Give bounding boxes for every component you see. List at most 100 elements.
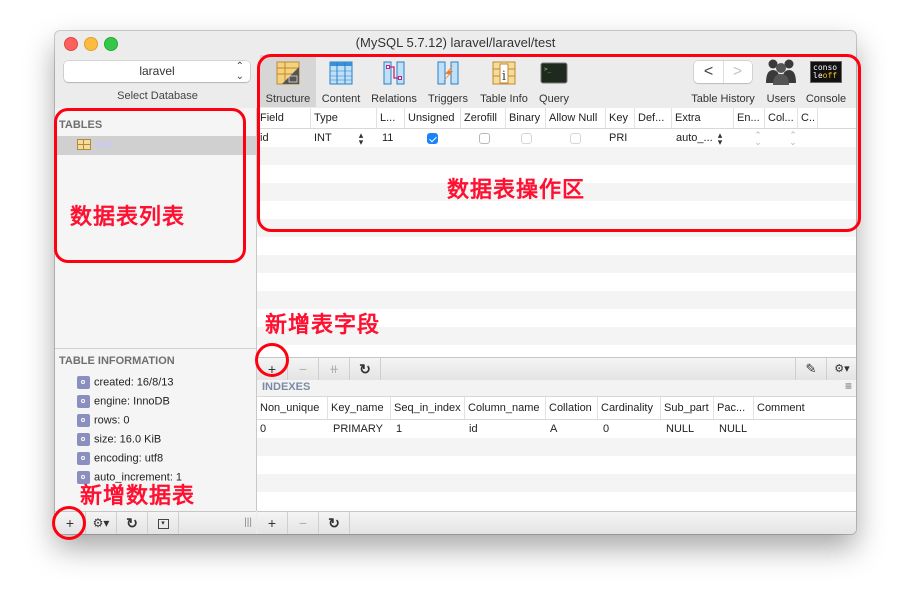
toolbar-triggers[interactable]: Triggers (422, 55, 474, 107)
idx-col-key-name[interactable]: Key_name (328, 397, 391, 419)
console-icon-text: le (813, 71, 823, 80)
info-engine: engine: InnoDB (94, 395, 170, 408)
col-header-default[interactable]: Def... (635, 108, 672, 128)
toolbar-relations-label: Relations (371, 93, 417, 105)
unsigned-checkbox[interactable] (427, 133, 438, 144)
extra-stepper-icon[interactable]: ▴ ▾ (716, 131, 724, 147)
table-gear-menu-button[interactable]: ⚙▾ (86, 512, 117, 534)
idx-col-comment[interactable]: Comment (754, 397, 856, 419)
toolbar-users-label: Users (766, 93, 796, 105)
col-header-allow-null[interactable]: Allow Null (546, 108, 606, 128)
refresh-tables-button[interactable]: ↻ (117, 512, 148, 534)
col-header-key[interactable]: Key (606, 108, 635, 128)
idx-col-collation[interactable]: Collation (546, 397, 598, 419)
col-header-collation[interactable]: Col... (765, 108, 798, 128)
content-icon (329, 61, 353, 85)
cell-type[interactable]: INT (311, 129, 332, 147)
idx-cell: 1 (396, 423, 403, 435)
table-info-icon: i (492, 61, 516, 85)
col-header-type[interactable]: Type (311, 108, 377, 128)
idx-cell: PRIMARY (333, 423, 383, 435)
table-row[interactable]: 0 PRIMARY 1 id A 0 NULL NULL (257, 420, 856, 438)
empty-row (257, 474, 856, 492)
type-stepper-icon[interactable]: ▴ ▾ (357, 131, 365, 147)
edit-table-button[interactable]: ✎ (795, 358, 826, 380)
toolbar-structure[interactable]: Structure (260, 55, 316, 107)
table-information-header: TABLE INFORMATION (59, 355, 175, 367)
toolbar-relations[interactable]: Relations (366, 55, 422, 107)
cell-field[interactable]: id (257, 129, 269, 147)
binary-checkbox[interactable] (521, 133, 532, 144)
database-select[interactable]: laravel ⌃ ⌄ (64, 61, 250, 82)
idx-col-column-name[interactable]: Column_name (465, 397, 546, 419)
triggers-icon (437, 61, 459, 85)
idx-cell: id (469, 423, 478, 435)
toolbar-console[interactable]: conso leoff Console (801, 55, 851, 107)
cell-extra[interactable]: auto_... (673, 129, 713, 147)
refresh-indexes-button[interactable]: ↻ (319, 512, 350, 534)
collation-stepper-icon[interactable]: ⌃ ⌄ (789, 131, 797, 147)
idx-col-sub-part[interactable]: Sub_part (661, 397, 714, 419)
console-off-text: off (822, 71, 838, 80)
structure-gear-menu-button[interactable]: ⚙▾ (826, 358, 856, 380)
annotation-add-table-label: 新增数据表 (80, 484, 196, 509)
col-header-encoding[interactable]: En... (734, 108, 765, 128)
empty-row (257, 237, 856, 255)
table-history-label: Table History (691, 93, 755, 105)
remove-field-button[interactable]: − (288, 358, 319, 380)
table-row[interactable]: id INT ▴ ▾ 11 PRI auto_... ▴ ▾ ⌃ ⌄ ⌃ ⌄ (257, 129, 856, 147)
info-bullet-icon (77, 452, 90, 465)
toolbar-content[interactable]: Content (316, 55, 366, 107)
col-header-length[interactable]: L... (377, 108, 405, 128)
idx-cell: NULL (666, 423, 695, 435)
tables-header: TABLES (59, 119, 103, 131)
indexes-menu-icon[interactable]: ≡ (845, 379, 852, 393)
toolbar-content-label: Content (321, 93, 361, 105)
encoding-stepper-icon[interactable]: ⌃ ⌄ (754, 131, 762, 147)
idx-col-non-unique[interactable]: Non_unique (257, 397, 328, 419)
col-header-extra[interactable]: Extra (672, 108, 734, 128)
indexes-grid-header: Non_unique Key_name Seq_in_index Column_… (257, 397, 856, 420)
idx-col-seq-in-index[interactable]: Seq_in_index (391, 397, 465, 419)
empty-row (257, 456, 856, 474)
empty-row (257, 438, 856, 456)
info-bullet-icon (77, 376, 90, 389)
add-table-button[interactable]: + (55, 512, 86, 534)
col-header-zerofill[interactable]: Zerofill (461, 108, 506, 128)
sidebar-resize-grip[interactable]: ||| (244, 512, 252, 534)
col-header-comment[interactable]: C.. (798, 108, 818, 128)
idx-cell: 0 (260, 423, 267, 435)
refresh-structure-button[interactable]: ↻ (350, 358, 381, 380)
info-size: size: 16.0 KiB (94, 433, 162, 446)
zerofill-checkbox[interactable] (479, 133, 490, 144)
toolbar-structure-label: Structure (265, 93, 311, 105)
add-index-button[interactable]: + (257, 512, 288, 534)
toolbar-users[interactable]: Users (761, 55, 801, 107)
title-bar: (MySQL 5.7.12) laravel/laravel/test (55, 31, 856, 53)
idx-col-cardinality[interactable]: Cardinality (598, 397, 661, 419)
toolbar-table-history: Table History (685, 55, 761, 107)
col-header-unsigned[interactable]: Unsigned (405, 108, 461, 128)
indexes-bottom-bar: + − ↻ (257, 511, 856, 534)
minimize-window-button[interactable] (84, 37, 98, 51)
toolbar-table-info[interactable]: i Table Info (474, 55, 534, 107)
info-item: engine: InnoDB (77, 395, 170, 411)
allow-null-checkbox[interactable] (570, 133, 581, 144)
col-header-binary[interactable]: Binary (506, 108, 546, 128)
add-field-button[interactable]: + (257, 358, 288, 380)
query-icon: >_ (540, 62, 568, 84)
cell-default[interactable] (635, 129, 638, 147)
close-window-button[interactable] (64, 37, 78, 51)
table-list-item[interactable]: test (55, 136, 256, 155)
maximize-window-button[interactable] (104, 37, 118, 51)
col-header-field[interactable]: Field (257, 108, 311, 128)
toolbar-query[interactable]: >_ Query (534, 55, 574, 107)
cell-comment[interactable] (798, 129, 801, 147)
idx-col-packed[interactable]: Pac... (714, 397, 754, 419)
cell-key[interactable]: PRI (606, 129, 627, 147)
relations-icon (383, 61, 405, 85)
duplicate-field-button[interactable]: ⧺ (319, 358, 350, 380)
cell-length[interactable]: 11 (379, 129, 393, 147)
filter-tables-button[interactable]: ▾ (148, 512, 179, 534)
remove-index-button[interactable]: − (288, 512, 319, 534)
